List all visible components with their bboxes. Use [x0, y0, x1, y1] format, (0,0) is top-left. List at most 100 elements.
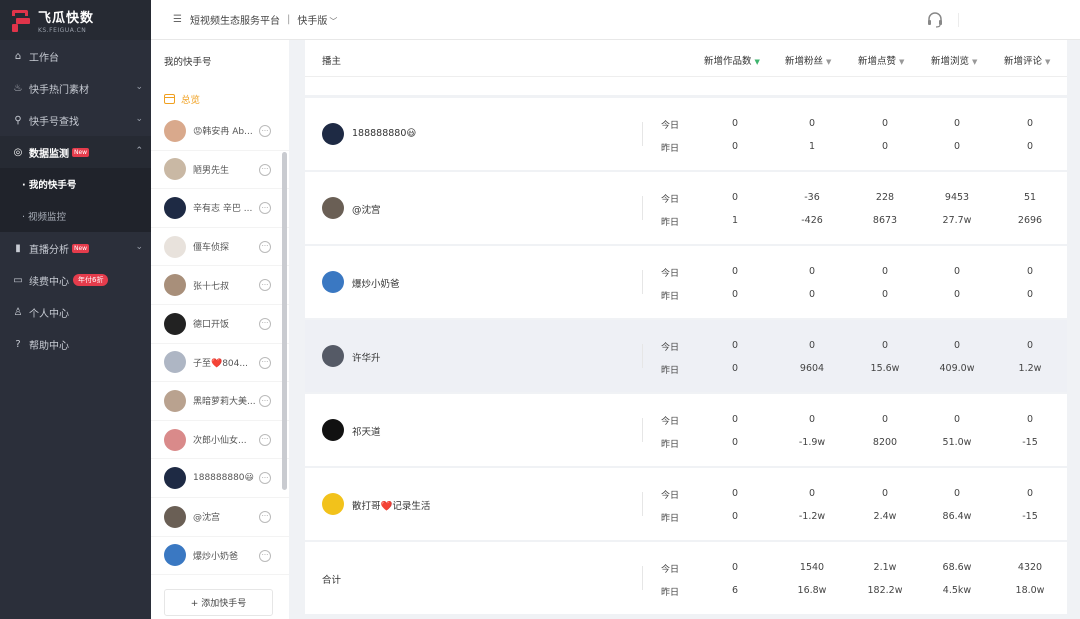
- today-value: 51: [1023, 192, 1037, 203]
- table-row[interactable]: 合计 今日 昨日 0 1540 2.1w 68.6w 4320 6 16.8w 182.2w 4.5k…: [305, 542, 1067, 614]
- sort-caret-icon[interactable]: ▼: [1045, 58, 1050, 66]
- today-value: 0: [1026, 266, 1034, 277]
- yesterday-value: 0: [881, 289, 889, 300]
- more-options-icon[interactable]: ···: [259, 240, 271, 253]
- yesterday-value: 182.2w: [867, 585, 903, 596]
- version-selector[interactable]: 快手版 ﹀: [297, 12, 337, 27]
- more-options-icon[interactable]: ···: [259, 125, 271, 137]
- sort-caret-icon[interactable]: ▼: [755, 58, 760, 66]
- table-row[interactable]: 爆炒小奶爸 今日 昨日 0 0 0 0 0 0 0 0 0 0: [305, 246, 1067, 318]
- more-options-icon[interactable]: ···: [259, 317, 271, 330]
- account-list-item[interactable]: 😡韩安冉 Ab... ···: [151, 112, 289, 151]
- column-header-5[interactable]: 新增评论 ▼: [1004, 53, 1050, 67]
- account-name: 德口开饭: [193, 320, 230, 331]
- feigua-logo-icon: [10, 8, 32, 32]
- nav-item-label: 帮助中心: [29, 340, 69, 352]
- sort-caret-icon[interactable]: ▼: [972, 58, 977, 66]
- today-value: 0: [731, 488, 739, 499]
- account-name: 子至❤️804...: [193, 358, 248, 369]
- yesterday-value: 1.2w: [1018, 363, 1042, 374]
- add-account-button[interactable]: + 添加快手号: [164, 589, 273, 616]
- table-row[interactable]: 祁天道 今日 昨日 0 0 0 0 0 0 -1.9w 8200 51.0w -15: [305, 394, 1067, 466]
- yesterday-value: 0: [731, 141, 739, 152]
- yesterday-value: 15.6w: [870, 363, 900, 374]
- more-options-icon[interactable]: ···: [259, 549, 271, 562]
- account-list-item[interactable]: 张十七叔 ···: [151, 266, 289, 305]
- more-options-icon[interactable]: ···: [259, 395, 271, 408]
- column-header-1[interactable]: 新增作品数 ▼: [704, 53, 760, 67]
- account-list-item[interactable]: 黑暗萝莉大美... ···: [151, 382, 289, 421]
- account-name: 僵车侦探: [193, 243, 230, 254]
- nav-item-2[interactable]: ⚲ 快手号查找 ⌄: [0, 104, 151, 136]
- avatar: [164, 389, 186, 412]
- column-header-label: 新增评论: [1004, 56, 1043, 67]
- sort-caret-icon[interactable]: ▼: [826, 58, 831, 66]
- nav-item-1[interactable]: ♨ 快手热门素材 ⌄: [0, 72, 151, 104]
- account-list-item[interactable]: 次郎小仙女... ···: [151, 421, 289, 460]
- customer-service-headset-icon[interactable]: [926, 11, 944, 29]
- account-list-item[interactable]: 188888880😃 ···: [151, 459, 289, 498]
- account-list-item[interactable]: @沈宫 ···: [151, 498, 289, 537]
- sort-caret-icon[interactable]: ▼: [899, 58, 904, 66]
- collapse-menu-icon[interactable]: ☰: [173, 14, 182, 25]
- column-header-3[interactable]: 新增点赞 ▼: [858, 53, 904, 67]
- column-header-label: 新增浏览: [931, 56, 970, 67]
- streamer-name: 祁天道: [352, 427, 381, 438]
- column-header-2[interactable]: 新增粉丝 ▼: [785, 53, 831, 67]
- table-row[interactable]: @沈宫 今日 昨日 0 -36 228 9453 51 1 -426 8673 27.7w 2696: [305, 172, 1067, 244]
- chevron-down-icon: ⌄: [135, 242, 143, 252]
- account-name: 黑暗萝莉大美...: [193, 397, 256, 408]
- avatar: [322, 493, 344, 515]
- more-options-icon[interactable]: ···: [259, 279, 271, 292]
- account-list-item[interactable]: 德口开饭 ···: [151, 305, 289, 344]
- more-options-icon[interactable]: ···: [259, 163, 271, 176]
- table-row[interactable]: 188888880😃 今日 昨日 0 0 0 0 0 0 1 0 0 0: [305, 98, 1067, 170]
- nav-item-label: 个人中心: [29, 308, 69, 320]
- account-list-scrollbar[interactable]: [282, 152, 287, 490]
- today-value: 68.6w: [942, 562, 972, 573]
- account-name: 张十七叔: [193, 281, 230, 292]
- nav-item-3[interactable]: ◎ 数据监测 New ⌃: [0, 136, 151, 168]
- column-header-label: 新增点赞: [858, 56, 897, 67]
- table-row[interactable]: 许华升 今日 昨日 0 0 0 0 0 0 9604 15.6w 409.0w 1.2w: [305, 320, 1067, 392]
- nav-subitem-1[interactable]: · 视频监控: [0, 200, 151, 232]
- account-name: 陋男先生: [193, 165, 230, 176]
- yesterday-label: 昨日: [661, 514, 680, 524]
- more-options-icon[interactable]: ···: [259, 202, 271, 215]
- account-list-item[interactable]: 陋男先生 ···: [151, 151, 289, 190]
- chevron-down-icon: ⌄: [135, 82, 143, 92]
- yesterday-value: 6: [731, 585, 739, 596]
- account-list-item[interactable]: 僵车侦探 ···: [151, 228, 289, 267]
- brand-logo[interactable]: 飞瓜快数 KS.FEIGUA.CN: [0, 0, 151, 40]
- streamer-name: 许华升: [352, 353, 381, 364]
- account-list-item[interactable]: 子至❤️804... ···: [151, 344, 289, 383]
- today-value: 4320: [1017, 562, 1043, 573]
- row-divider: [642, 418, 643, 442]
- more-options-icon[interactable]: ···: [259, 433, 271, 446]
- more-options-icon[interactable]: ···: [259, 472, 271, 485]
- account-list-item[interactable]: 爆炒小奶爸 ···: [151, 537, 289, 576]
- avatar: [322, 197, 344, 219]
- nav-item-7[interactable]: ? 帮助中心: [0, 328, 151, 360]
- yesterday-value: 0: [808, 289, 816, 300]
- more-options-icon[interactable]: ···: [259, 356, 271, 369]
- overview-link[interactable]: 总览: [164, 92, 200, 106]
- version-label: 快手版: [297, 16, 328, 27]
- yesterday-value: 0: [731, 437, 739, 448]
- nav-subitem-0[interactable]: · 我的快手号: [0, 168, 151, 200]
- nav-item-6[interactable]: ♙ 个人中心: [0, 296, 151, 328]
- nav-item-5[interactable]: ▭ 续费中心 年付6折: [0, 264, 151, 296]
- yesterday-value: -1.2w: [798, 511, 826, 522]
- more-options-icon[interactable]: ···: [259, 510, 271, 523]
- yesterday-value: 409.0w: [939, 363, 975, 374]
- account-list-item[interactable]: 辛有志 辛巴 ... ···: [151, 189, 289, 228]
- nav-item-label: 快手号查找: [29, 116, 79, 128]
- today-value: 228: [875, 192, 895, 203]
- nav-item-4[interactable]: ▮ 直播分析 New ⌄: [0, 232, 151, 264]
- table-header: 播主 新增作品数 ▼ 新增粉丝 ▼ 新增点赞 ▼ 新增浏览 ▼ 新增评论 ▼: [305, 40, 1067, 77]
- avatar: [322, 345, 344, 367]
- table-row[interactable]: 散打哥❤️记录生活 今日 昨日 0 0 0 0 0 0 -1.2w 2.4w 86.4w -15: [305, 468, 1067, 540]
- avatar: [164, 351, 186, 374]
- nav-item-0[interactable]: ⌂ 工作台: [0, 40, 151, 72]
- column-header-4[interactable]: 新增浏览 ▼: [931, 53, 977, 67]
